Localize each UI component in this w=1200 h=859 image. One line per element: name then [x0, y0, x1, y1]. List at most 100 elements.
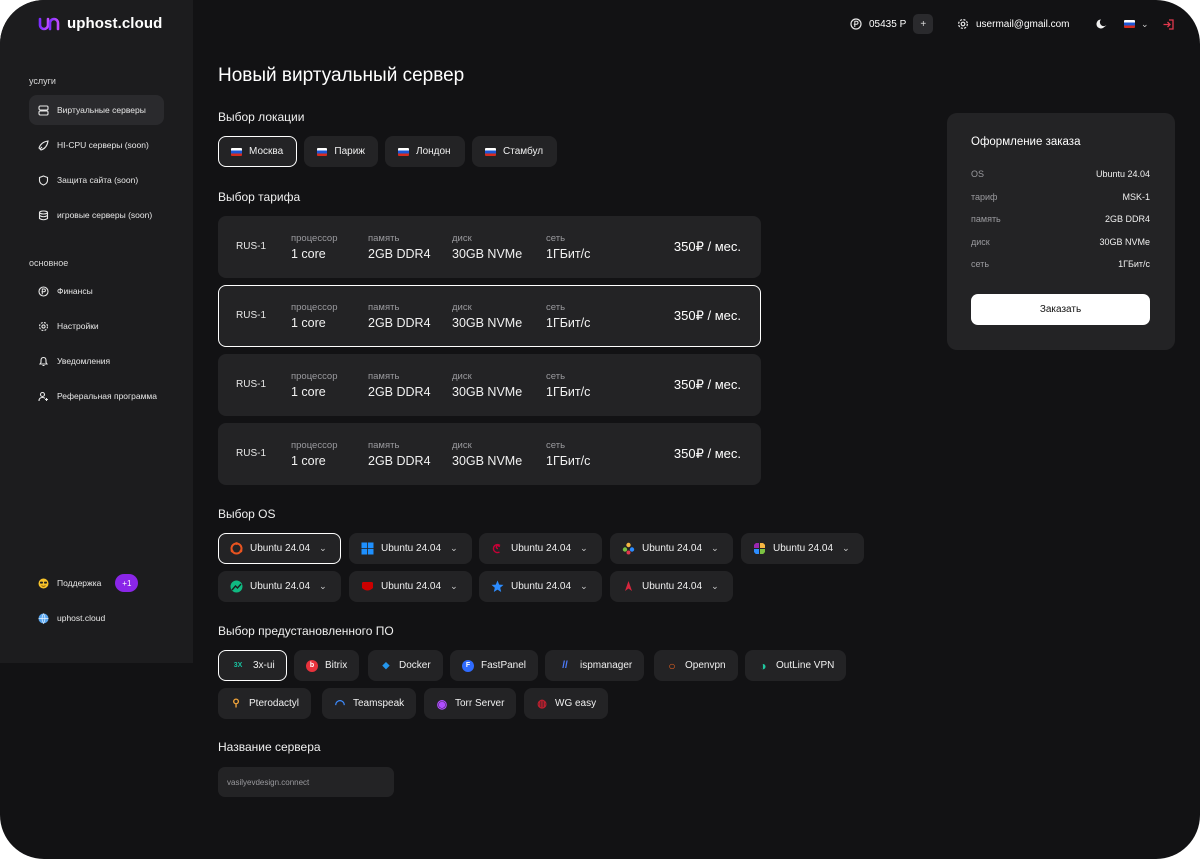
tariff-network-label: сеть [546, 233, 566, 244]
os-option-windows[interactable]: Ubuntu 24.04 ⌄ [349, 533, 472, 564]
server-icon [38, 104, 49, 116]
brand-logo[interactable]: uphost.cloud [38, 15, 162, 32]
logout-icon [1163, 18, 1174, 30]
sidebar-item-referral[interactable]: Реферальная программа [29, 381, 164, 411]
software-pterodactyl[interactable]: ⚲ Pterodactyl [218, 688, 312, 719]
globe-icon [38, 612, 49, 624]
sidebar-item-settings[interactable]: Настройки [29, 311, 164, 341]
tariff-cpu-label: процессор [291, 302, 338, 313]
os-option-debian[interactable]: Ubuntu 24.04 ⌄ [479, 533, 602, 564]
order-row-value: Ubuntu 24.04 [1095, 169, 1150, 179]
account-menu[interactable]: usermail@gmail.com [957, 14, 1070, 34]
chevron-down-icon: ⌄ [711, 543, 719, 553]
database-icon [38, 209, 49, 221]
tariff-network-label: сеть [546, 440, 566, 451]
location-label: Париж [334, 146, 365, 157]
os-label: Ubuntu 24.04 [511, 543, 572, 554]
software-label: Pterodactyl [249, 698, 300, 709]
teamspeak-icon: ◠ [334, 696, 346, 711]
location-moscow[interactable]: Москва [218, 136, 297, 167]
software-label: Teamspeak [353, 698, 405, 709]
software-docker[interactable]: ◆ Docker [368, 650, 443, 681]
sidebar-item-finance[interactable]: Финансы [29, 276, 164, 306]
tariff-name: RUS-1 [236, 448, 267, 459]
sidebar-item-label: Реферальная программа [57, 391, 157, 401]
software-outline-vpn[interactable]: ◑ OutLine VPN [745, 650, 847, 681]
software-ispmanager[interactable]: // ispmanager [545, 650, 645, 681]
tariff-memory-label: память [368, 371, 400, 382]
location-paris[interactable]: Париж [304, 136, 378, 167]
sidebar-item-support[interactable]: Поддержка +1 [29, 568, 164, 598]
theme-toggle[interactable] [1096, 14, 1108, 34]
os-option-arch[interactable]: Ubuntu 24.04 ⌄ [610, 571, 733, 602]
tariff-cpu: 1 core [291, 247, 326, 261]
arch-icon [625, 581, 632, 591]
russia-flag-icon [485, 147, 496, 156]
os-option-star[interactable]: Ubuntu 24.04 ⌄ [479, 571, 602, 602]
location-istanbul[interactable]: Стамбул [472, 136, 557, 167]
tariff-name: RUS-1 [236, 379, 267, 390]
tariff-card[interactable]: RUS-1 процессор 1 core память 2GB DDR4 дис… [218, 423, 761, 485]
order-row-value: 1ГБит/с [1118, 259, 1150, 269]
software-label: Docker [399, 660, 431, 671]
sunglasses-emoji-icon [38, 578, 49, 589]
balance-value: 05435 Р [869, 18, 907, 30]
docker-icon: ◆ [382, 660, 390, 670]
sidebar-item-game-servers[interactable]: игровые серверы (soon) [29, 200, 164, 230]
tariff-name: RUS-1 [236, 241, 267, 252]
server-name-input[interactable] [218, 767, 394, 797]
tariff-disk: 30GB NVMe [452, 454, 523, 468]
brand-logo-icon [38, 17, 60, 30]
software-torr-server[interactable]: ◉ Torr Server [424, 688, 517, 719]
3x-ui-icon: 3X [233, 662, 243, 669]
russia-flag-icon [398, 147, 409, 156]
sidebar-item-site[interactable]: uphost.cloud [29, 603, 164, 633]
os-option-rocky-linux[interactable]: Ubuntu 24.04 ⌄ [218, 571, 341, 602]
order-title: Оформление заказа [971, 136, 1081, 148]
outline-vpn-icon: ◑ [759, 658, 767, 673]
software-teamspeak[interactable]: ◠ Teamspeak [322, 688, 417, 719]
software-wg-easy[interactable]: ◍ WG easy [524, 688, 609, 719]
os-label: Ubuntu 24.04 [511, 581, 572, 592]
location-label: Москва [249, 146, 284, 157]
software-openvpn[interactable]: ○ Openvpn [654, 650, 738, 681]
location-section-title: Выбор локации [218, 110, 305, 124]
software-label: ispmanager [580, 660, 633, 671]
os-option-almalinux[interactable]: Ubuntu 24.04 ⌄ [610, 533, 733, 564]
tariff-cpu: 1 core [291, 385, 326, 399]
sidebar-item-label: HI-CPU серверы (soon) [57, 140, 149, 150]
software-bitrix[interactable]: b Bitrix [294, 650, 360, 681]
logout-button[interactable] [1162, 14, 1175, 34]
location-london[interactable]: Лондон [385, 136, 465, 167]
os-option-centos[interactable]: Ubuntu 24.04 ⌄ [741, 533, 864, 564]
tariff-card[interactable]: RUS-1 процессор 1 core память 2GB DDR4 дис… [218, 216, 761, 278]
rocket-icon [38, 139, 49, 151]
sidebar-item-label: Настройки [57, 321, 99, 331]
sidebar-item-hicpu-servers[interactable]: HI-CPU серверы (soon) [29, 130, 164, 160]
sidebar-item-site-protection[interactable]: Защита сайта (soon) [29, 165, 164, 195]
tariff-card[interactable]: RUS-1 процессор 1 core память 2GB DDR4 дис… [218, 285, 761, 347]
server-name-section-title: Название сервера [218, 740, 321, 754]
sidebar-section-main: основное [29, 258, 69, 268]
order-button[interactable]: Заказать [971, 294, 1150, 325]
sidebar-item-label: Поддержка [57, 578, 102, 588]
os-option-redhat[interactable]: Ubuntu 24.04 ⌄ [349, 571, 472, 602]
tariff-cpu: 1 core [291, 454, 326, 468]
order-row-value: MSK-1 [1122, 192, 1150, 202]
ruble-coin-icon [850, 18, 862, 30]
sidebar-item-virtual-servers[interactable]: Виртуальные серверы [29, 95, 164, 125]
add-funds-button[interactable]: + [913, 14, 934, 34]
page-title: Новый виртуальный сервер [218, 65, 465, 86]
os-option-ubuntu[interactable]: Ubuntu 24.04 ⌄ [218, 533, 341, 564]
moon-icon [1096, 19, 1107, 29]
order-row-key: память [971, 214, 1001, 224]
language-select[interactable]: ⌄ [1124, 14, 1149, 34]
os-label: Ubuntu 24.04 [381, 581, 442, 592]
sidebar-item-notifications[interactable]: Уведомления [29, 346, 164, 376]
rocky-linux-icon [230, 580, 243, 593]
tariff-network-label: сеть [546, 302, 566, 313]
software-fastpanel[interactable]: F FastPanel [450, 650, 539, 681]
software-3x-ui[interactable]: 3X 3x-ui [218, 650, 287, 681]
tariff-card[interactable]: RUS-1 процессор 1 core память 2GB DDR4 дис… [218, 354, 761, 416]
ruble-coin-icon [38, 285, 49, 297]
